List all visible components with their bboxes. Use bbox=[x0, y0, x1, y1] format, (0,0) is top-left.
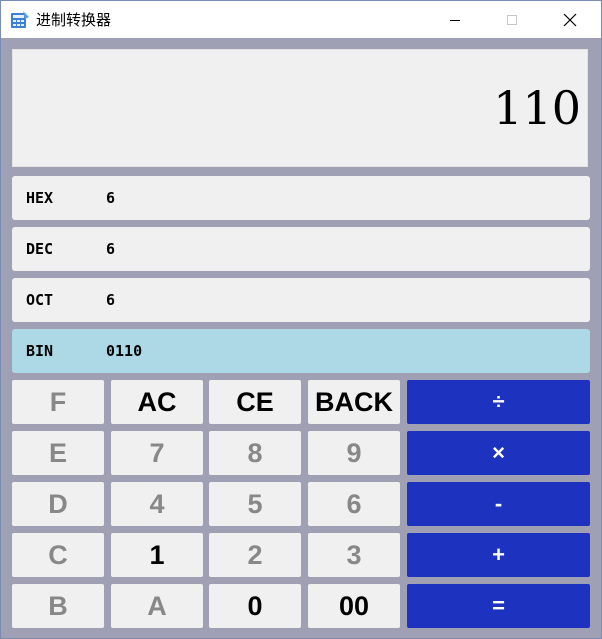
maximize-button[interactable] bbox=[489, 1, 535, 38]
add-button[interactable]: + bbox=[407, 533, 590, 577]
base-label: OCT bbox=[26, 291, 54, 309]
key-0-button[interactable]: 0 bbox=[209, 584, 301, 628]
key-8-button[interactable]: 8 bbox=[209, 431, 301, 475]
key-ce-button[interactable]: CE bbox=[209, 380, 301, 424]
close-icon bbox=[563, 13, 577, 26]
minimize-button[interactable] bbox=[432, 1, 478, 38]
key-ac-button[interactable]: AC bbox=[111, 380, 203, 424]
key-b-button[interactable]: B bbox=[12, 584, 104, 628]
base-value: 6 bbox=[106, 291, 116, 309]
base-row-bin[interactable]: BIN 0110 bbox=[12, 329, 590, 373]
key-e-button[interactable]: E bbox=[12, 431, 104, 475]
base-row-dec[interactable]: DEC 6 bbox=[12, 227, 590, 271]
key-d-button[interactable]: D bbox=[12, 482, 104, 526]
equals-button[interactable]: = bbox=[407, 584, 590, 628]
key-1-button[interactable]: 1 bbox=[111, 533, 203, 577]
title-bar: 进制转换器 bbox=[1, 1, 601, 38]
key-4-button[interactable]: 4 bbox=[111, 482, 203, 526]
base-label: DEC bbox=[26, 240, 54, 258]
key-f-button[interactable]: F bbox=[12, 380, 104, 424]
calculator-app-icon bbox=[10, 10, 30, 30]
key-c-button[interactable]: C bbox=[12, 533, 104, 577]
multiply-button[interactable]: × bbox=[407, 431, 590, 475]
key-back-button[interactable]: BACK bbox=[308, 380, 400, 424]
key-00-button[interactable]: 00 bbox=[308, 584, 400, 628]
divide-button[interactable]: ÷ bbox=[407, 380, 590, 424]
display-value: 110 bbox=[493, 81, 581, 135]
base-value: 6 bbox=[106, 240, 116, 258]
base-label: HEX bbox=[26, 189, 54, 207]
subtract-button[interactable]: - bbox=[407, 482, 590, 526]
key-5-button[interactable]: 5 bbox=[209, 482, 301, 526]
base-value: 6 bbox=[106, 189, 116, 207]
key-6-button[interactable]: 6 bbox=[308, 482, 400, 526]
window-title: 进制转换器 bbox=[36, 11, 112, 29]
converter-window: 进制转换器 110 HEX 6 DEC 6 OCT 6 BIN 0110 F AC CE BACK ÷… bbox=[0, 0, 602, 639]
minimize-icon bbox=[450, 19, 460, 21]
key-2-button[interactable]: 2 bbox=[209, 533, 301, 577]
close-button[interactable] bbox=[547, 1, 593, 38]
key-9-button[interactable]: 9 bbox=[308, 431, 400, 475]
key-7-button[interactable]: 7 bbox=[111, 431, 203, 475]
base-value: 0110 bbox=[106, 342, 143, 360]
base-row-hex[interactable]: HEX 6 bbox=[12, 176, 590, 220]
key-3-button[interactable]: 3 bbox=[308, 533, 400, 577]
key-a-button[interactable]: A bbox=[111, 584, 203, 628]
base-label: BIN bbox=[26, 342, 54, 360]
base-row-oct[interactable]: OCT 6 bbox=[12, 278, 590, 322]
result-display: 110 bbox=[12, 49, 588, 167]
maximize-icon bbox=[507, 14, 517, 25]
